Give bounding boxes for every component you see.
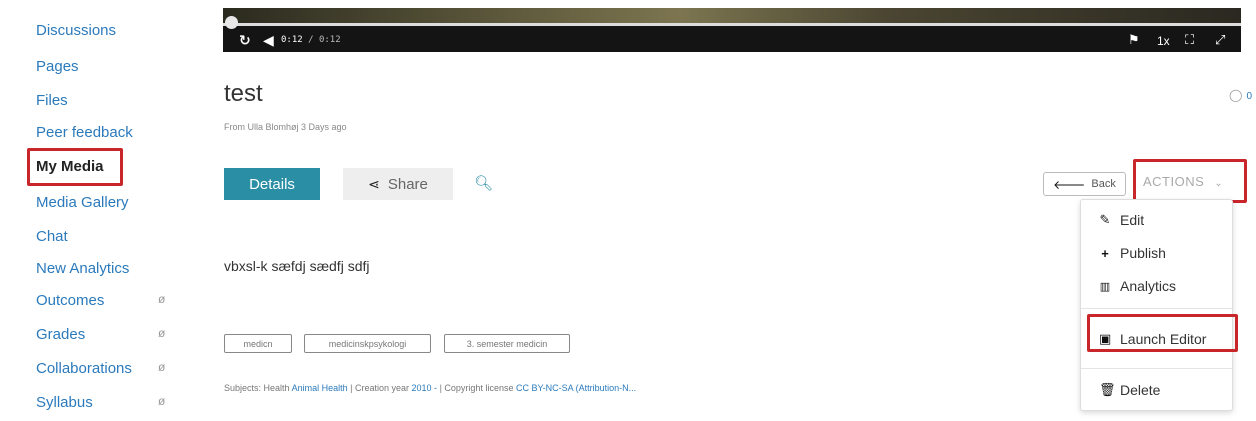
- search-icon[interactable]: 🔍︎: [474, 174, 493, 192]
- tag-item[interactable]: medicn: [224, 334, 292, 353]
- nav-outcomes[interactable]: Outcomes: [36, 292, 104, 309]
- menu-analytics-label: Analytics: [1120, 278, 1177, 294]
- media-byline: From Ulla Blomhøj 3 Days ago: [224, 122, 347, 132]
- nav-chat[interactable]: Chat: [36, 228, 68, 245]
- nav-pages[interactable]: Pages: [36, 58, 79, 75]
- menu-divider: [1081, 308, 1232, 309]
- subject-link[interactable]: Animal Health: [292, 383, 348, 393]
- arrow-left-icon: 🡐: [1053, 177, 1086, 192]
- subjects-label: Subjects: Health: [224, 383, 290, 393]
- menu-delete[interactable]: 🗑︎ Delete: [1099, 382, 1160, 398]
- progress-handle[interactable]: [225, 16, 238, 29]
- plus-icon: +: [1101, 245, 1109, 261]
- menu-edit-label: Edit: [1120, 212, 1145, 228]
- bar-chart-icon: ▥: [1099, 280, 1111, 293]
- tab-details[interactable]: Details: [224, 168, 320, 200]
- menu-publish-label: Publish: [1120, 245, 1166, 261]
- actions-menu: ✎ Edit + Publish ▥ Analytics ▣ Launch Ed…: [1080, 199, 1233, 411]
- expand-icon[interactable]: ⤢: [1215, 32, 1225, 48]
- license-label: Copyright license: [444, 383, 514, 393]
- nav-collaborations[interactable]: Collaborations: [36, 360, 132, 377]
- progress-bar[interactable]: [223, 23, 1241, 26]
- nav-syllabus[interactable]: Syllabus: [36, 394, 93, 411]
- share-icon: ⋖: [368, 175, 380, 192]
- course-navigation: Discussions Pages Files Peer feedback My…: [0, 0, 200, 421]
- back-label: Back: [1091, 178, 1116, 190]
- flag-icon[interactable]: ⚑: [1128, 32, 1140, 48]
- volume-icon[interactable]: ◀: [263, 32, 274, 49]
- tag-item[interactable]: 3. semester medicin: [444, 334, 570, 353]
- duration: / 0:12: [308, 35, 341, 45]
- eye-slash-icon: ø: [158, 292, 166, 306]
- nav-media-gallery[interactable]: Media Gallery: [36, 194, 129, 211]
- media-metadata: Subjects: Health Animal Health | Creatio…: [224, 383, 636, 393]
- nav-files[interactable]: Files: [36, 92, 68, 109]
- meta-separator: |: [350, 383, 353, 393]
- creation-year-value[interactable]: 2010 -: [412, 383, 438, 393]
- tab-share[interactable]: ⋖ Share: [343, 168, 453, 200]
- tag-item[interactable]: medicinskpsykologi: [304, 334, 431, 353]
- menu-edit[interactable]: ✎ Edit: [1099, 212, 1145, 228]
- menu-delete-label: Delete: [1120, 382, 1161, 398]
- eye-slash-icon: ø: [158, 360, 166, 374]
- menu-divider: [1081, 368, 1232, 369]
- speed-button[interactable]: 1x: [1157, 34, 1170, 48]
- pencil-icon: ✎: [1099, 212, 1111, 227]
- nav-discussions[interactable]: Discussions: [36, 22, 116, 39]
- tab-share-label: Share: [387, 175, 428, 193]
- trash-icon: 🗑︎: [1099, 382, 1116, 397]
- nav-peer-feedback[interactable]: Peer feedback: [36, 124, 133, 141]
- comments-link[interactable]: ◯ 0: [1229, 88, 1252, 102]
- creation-year-label: Creation year: [354, 383, 409, 393]
- highlight-launch-editor: [1087, 314, 1238, 352]
- license-link[interactable]: CC BY-NC-SA (Attribution-N...: [516, 383, 636, 393]
- highlight-actions: [1133, 159, 1247, 203]
- fullscreen-icon[interactable]: ⛶: [1185, 32, 1194, 48]
- comment-count: 0: [1246, 91, 1252, 102]
- meta-separator: |: [439, 383, 442, 393]
- menu-analytics[interactable]: ▥ Analytics: [1099, 278, 1176, 294]
- time-display: 0:12 / 0:12: [281, 35, 341, 45]
- video-player[interactable]: ↻ ◀ 0:12 / 0:12 ⚑ 1x ⛶ ⤢: [223, 8, 1241, 52]
- back-button[interactable]: 🡐 Back: [1043, 172, 1126, 196]
- menu-publish[interactable]: + Publish: [1099, 245, 1166, 261]
- media-description: vbxsl-k sæfdj sædfj sdfj: [224, 258, 370, 274]
- media-title: test: [224, 80, 263, 107]
- eye-slash-icon: ø: [158, 394, 166, 408]
- comment-icon: ◯: [1229, 88, 1243, 102]
- current-time: 0:12: [281, 35, 303, 45]
- nav-grades[interactable]: Grades: [36, 326, 85, 343]
- highlight-my-media: [27, 148, 123, 186]
- nav-new-analytics[interactable]: New Analytics: [36, 260, 129, 277]
- eye-slash-icon: ø: [158, 326, 166, 340]
- replay-icon[interactable]: ↻: [239, 32, 251, 49]
